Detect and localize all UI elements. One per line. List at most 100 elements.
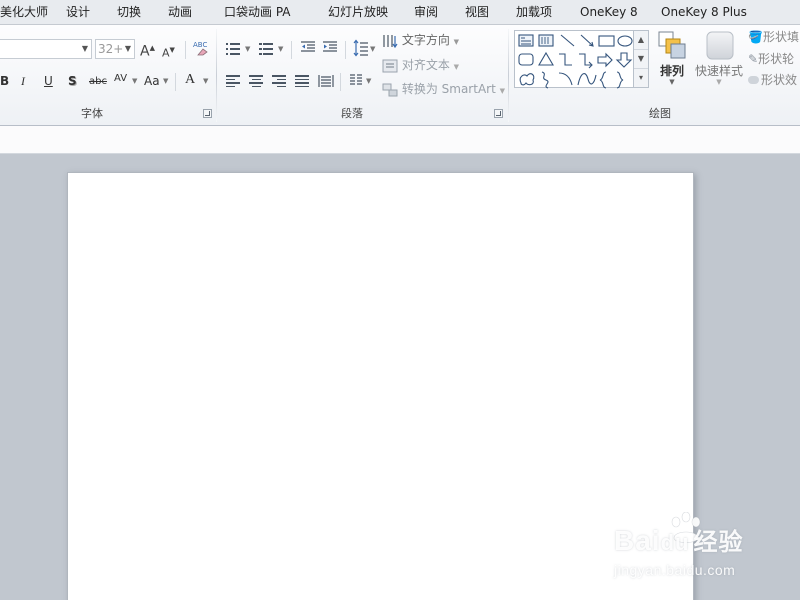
tab-view[interactable]: 视图	[465, 4, 489, 20]
chevron-down-icon[interactable]: ▼	[163, 73, 168, 89]
shape-outline-button[interactable]: ✎形状轮	[748, 51, 794, 67]
distributed-icon	[318, 75, 334, 87]
decrease-indent-button[interactable]	[300, 39, 316, 59]
chevron-down-icon: ▼	[453, 38, 460, 46]
shapes-gallery[interactable]	[514, 30, 634, 89]
decrease-indent-icon	[301, 41, 315, 52]
gallery-more-icon[interactable]: ▾	[634, 69, 648, 88]
chevron-down-icon[interactable]: ▼	[278, 41, 283, 57]
scroll-up-icon[interactable]: ▲	[634, 31, 648, 50]
font-group-label: 字体	[81, 107, 103, 120]
font-name-combobox[interactable]: ▼	[0, 39, 92, 59]
text-direction-button[interactable]: 文字方向 ▼	[382, 32, 459, 50]
watermark-url: jingyan.baidu.com	[614, 562, 736, 578]
chevron-down-icon[interactable]: ▼	[245, 41, 250, 57]
tab-slideshow[interactable]: 幻灯片放映	[328, 4, 388, 20]
convert-smartart-label: 转换为 SmartArt	[401, 82, 496, 96]
strikethrough-button[interactable]: abc	[89, 74, 107, 90]
grow-font-icon: A	[140, 43, 150, 60]
drawing-group-label: 绘图	[649, 107, 671, 120]
italic-button[interactable]: I	[21, 73, 25, 89]
tab-review[interactable]: 审阅	[414, 4, 438, 20]
bullets-icon[interactable]	[226, 43, 240, 55]
distributed-button[interactable]	[318, 73, 334, 93]
divider	[340, 73, 341, 91]
chevron-down-icon: ▼	[453, 63, 460, 71]
character-spacing-icon: AV	[114, 73, 128, 84]
align-text-icon	[382, 59, 398, 72]
justify-icon[interactable]	[295, 75, 309, 87]
text-direction-icon	[383, 34, 398, 48]
change-case-button[interactable]: Aa	[144, 73, 160, 89]
tab-pocket-animation[interactable]: 口袋动画 PA	[224, 4, 291, 20]
shape-fill-button[interactable]: 🪣形状填	[748, 29, 799, 45]
ruler-strip	[0, 126, 800, 154]
chevron-down-icon[interactable]: ▼	[203, 73, 208, 89]
tab-meihua[interactable]: 美化大师	[0, 4, 48, 20]
baidu-jingyan-watermark: Baidu 经验 jingyan.baidu.com	[612, 512, 772, 587]
shape-effects-icon	[748, 76, 759, 84]
tab-transitions[interactable]: 切换	[117, 4, 141, 20]
scroll-down-icon[interactable]: ▼	[634, 50, 648, 69]
columns-button[interactable]	[349, 73, 363, 91]
text-direction-label: 文字方向	[401, 33, 450, 47]
arrange-label: 排列	[659, 64, 684, 78]
align-center-icon[interactable]	[249, 75, 263, 87]
align-right-icon[interactable]	[272, 75, 286, 87]
chevron-down-icon[interactable]: ▼	[125, 40, 131, 58]
quick-styles-button[interactable]: 快速样式 ▼	[694, 29, 744, 86]
chevron-down-icon: ▼	[669, 78, 675, 86]
paint-bucket-icon: 🪣	[748, 30, 763, 44]
paragraph-group-label: 段落	[341, 107, 363, 120]
character-spacing-button[interactable]: AV	[114, 71, 127, 87]
shape-outline-label: 形状轮	[758, 52, 795, 66]
watermark-du: du	[660, 530, 690, 555]
chevron-down-icon: ▼	[499, 87, 506, 95]
chevron-down-icon[interactable]: ▼	[132, 73, 137, 89]
clear-formatting-button[interactable]: ABC	[192, 39, 210, 61]
tab-onekey8-plus[interactable]: OneKey 8 Plus	[661, 4, 747, 20]
convert-smartart-button[interactable]: 转换为 SmartArt ▼	[382, 81, 505, 99]
shrink-font-button[interactable]: A▼	[162, 42, 175, 62]
underline-button[interactable]: U	[44, 73, 53, 89]
slide-canvas[interactable]	[67, 172, 694, 600]
divider	[345, 41, 346, 59]
align-text-button[interactable]: 对齐文本 ▼	[382, 57, 459, 75]
shapes-gallery-icons	[518, 34, 633, 89]
change-case-icon: Aa	[144, 74, 160, 88]
numbering-icon[interactable]	[259, 43, 273, 55]
shape-fill-label: 形状填	[762, 30, 799, 44]
line-spacing-icon	[353, 39, 368, 57]
grow-font-button[interactable]: A▲	[140, 40, 155, 60]
shape-effects-button[interactable]: 形状效	[748, 72, 797, 88]
tab-design[interactable]: 设计	[66, 4, 90, 20]
font-color-button[interactable]: A	[185, 72, 195, 88]
arrange-button[interactable]: 排列 ▼	[654, 29, 690, 86]
increase-indent-button[interactable]	[322, 39, 338, 59]
paragraph-dialog-launcher[interactable]	[494, 109, 503, 118]
group-separator	[508, 29, 509, 122]
chevron-down-icon: ▼	[716, 78, 722, 86]
chevron-down-icon[interactable]: ▼	[82, 40, 88, 58]
bold-button[interactable]: B	[0, 73, 9, 89]
line-spacing-button[interactable]	[353, 39, 369, 61]
increase-indent-icon	[323, 41, 337, 52]
text-shadow-button[interactable]: S	[68, 73, 77, 89]
font-size-combobox[interactable]: 32+ ▼	[95, 39, 135, 59]
align-text-label: 对齐文本	[401, 58, 450, 72]
watermark-jingyan: 经验	[693, 529, 744, 556]
tab-addins[interactable]: 加载项	[516, 4, 552, 20]
chevron-down-icon[interactable]: ▼	[370, 41, 375, 57]
shrink-font-icon: A	[162, 46, 170, 60]
quick-styles-icon	[706, 31, 734, 60]
pencil-icon: ✎	[748, 52, 759, 66]
columns-icon	[350, 74, 362, 85]
font-dialog-launcher[interactable]	[203, 109, 212, 118]
align-left-icon[interactable]	[226, 75, 240, 87]
divider	[175, 73, 176, 91]
tab-animations[interactable]: 动画	[168, 4, 192, 20]
chevron-down-icon[interactable]: ▼	[366, 73, 371, 89]
tab-onekey8[interactable]: OneKey 8	[580, 4, 638, 20]
shapes-gallery-scroll[interactable]: ▲ ▼ ▾	[634, 30, 649, 88]
watermark-bai: Bai	[614, 525, 661, 556]
